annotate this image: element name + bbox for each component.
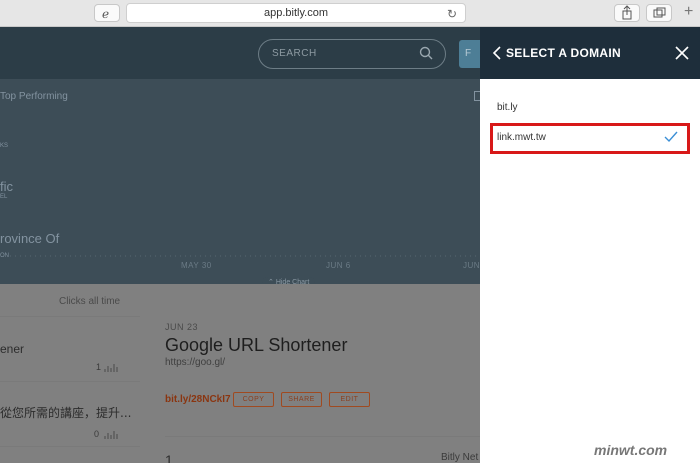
checkmark-icon: [664, 131, 678, 143]
share-button[interactable]: SHARE: [281, 392, 322, 407]
create-button[interactable]: F: [459, 40, 480, 68]
url-text: app.bitly.com: [264, 7, 328, 19]
mini-chart-icon: [104, 364, 118, 372]
axis-tick-label: JUN 6: [326, 261, 351, 270]
edit-button[interactable]: EDIT: [329, 392, 370, 407]
share-button-label: SHARE: [288, 396, 315, 403]
copy-button[interactable]: COPY: [233, 392, 274, 407]
divider: [0, 381, 140, 382]
app-header: SEARCH F: [0, 27, 480, 79]
click-count: 1: [165, 452, 173, 463]
address-bar[interactable]: app.bitly.com ↻: [126, 3, 466, 23]
svg-text:ℯ: ℯ: [102, 7, 109, 21]
chart-axis: [0, 255, 480, 257]
top-performing-label: Top Performing: [0, 91, 68, 102]
top-item-name: rovince Of: [0, 231, 60, 246]
clicks-label: KS: [0, 143, 9, 149]
link-list-item-count: 1: [96, 362, 102, 372]
divider: [0, 446, 140, 447]
bitly-network-label: Bitly Net: [441, 452, 479, 463]
long-url[interactable]: https://goo.gl/: [165, 357, 225, 368]
share-icon[interactable]: [614, 4, 640, 22]
panel-title: SELECT A DOMAIN: [506, 46, 621, 60]
link-list-item-count: 0: [94, 429, 100, 439]
chart-area: Top Performing KS fic EL rovince Of ON M…: [0, 79, 480, 289]
browser-toolbar: ℯ app.bitly.com ↻ +: [0, 0, 700, 27]
tabs-icon[interactable]: [646, 4, 672, 22]
link-list-item-title[interactable]: 從您所需的講座，提升...: [0, 404, 131, 421]
reader-icon[interactable]: ℯ: [94, 4, 120, 22]
edit-button-label: EDIT: [340, 396, 359, 403]
short-link[interactable]: bit.ly/28NCkI7: [165, 394, 231, 405]
search-input[interactable]: SEARCH: [258, 39, 446, 69]
search-placeholder: SEARCH: [272, 48, 317, 59]
new-tab-icon[interactable]: +: [684, 3, 693, 21]
domain-option-link-mwt-tw[interactable]: link.mwt.tw: [497, 132, 546, 143]
clicks-all-time-header: Clicks all time: [59, 296, 121, 307]
back-chevron-icon[interactable]: [490, 45, 506, 61]
domain-option-bitly[interactable]: bit.ly: [497, 102, 518, 113]
close-icon[interactable]: [675, 46, 689, 60]
copy-button-label: COPY: [242, 396, 265, 403]
top-item-sub: EL: [0, 194, 8, 200]
reload-icon[interactable]: ↻: [447, 5, 457, 23]
axis-tick-label: MAY 30: [181, 261, 212, 270]
divider: [165, 436, 480, 437]
divider: [0, 316, 140, 317]
top-item-name: fic: [0, 179, 13, 194]
search-icon[interactable]: [419, 46, 433, 60]
axis-tick-label: JUN: [463, 261, 480, 270]
link-date: JUN 23: [165, 322, 199, 332]
select-domain-panel: SELECT A DOMAIN bit.ly link.mwt.tw: [480, 27, 700, 463]
create-button-label: F: [465, 48, 472, 59]
panel-header: SELECT A DOMAIN: [480, 27, 700, 79]
watermark: minwt.com: [594, 442, 668, 458]
link-list-item-title[interactable]: ener: [0, 342, 24, 356]
bitly-app: SEARCH F Top Performing KS fic EL rovinc…: [0, 27, 480, 463]
mini-chart-icon: [104, 431, 118, 439]
links-section: Clicks all time ener 1 從您所需的講座，提升... 0 1…: [0, 284, 480, 463]
link-title: Google URL Shortener: [165, 335, 348, 355]
